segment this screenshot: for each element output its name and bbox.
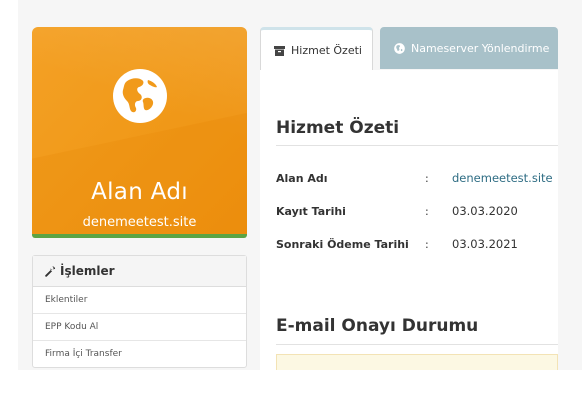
action-item-internal-transfer[interactable]: Firma İçi Transfer — [33, 341, 246, 367]
globe-icon — [112, 68, 168, 124]
section-title-summary: Hizmet Özeti — [276, 118, 400, 138]
action-item-epp-code[interactable]: EPP Kodu Al — [33, 314, 246, 341]
email-verification-alert — [276, 354, 558, 370]
section-title-email-verification: E-mail Onayı Durumu — [276, 316, 479, 336]
row-colon: : — [425, 172, 429, 185]
actions-panel: İşlemler Eklentiler EPP Kodu Al Firma İç… — [32, 255, 247, 368]
globe-icon — [394, 42, 405, 54]
tab-label: Hizmet Özeti — [291, 44, 362, 57]
card-title: Alan Adı — [91, 179, 188, 205]
row-value-domain[interactable]: denemeetest.site — [452, 171, 553, 185]
archive-icon — [274, 45, 285, 56]
card-domain-name: denemeetest.site — [82, 215, 197, 230]
action-item-eklentiler[interactable]: Eklentiler — [33, 287, 246, 314]
row-colon: : — [425, 238, 429, 251]
row-colon: : — [425, 205, 429, 218]
divider — [276, 344, 558, 345]
tab-nameserver[interactable]: Nameserver Yönlendirme — [380, 27, 558, 69]
row-label-domain: Alan Adı — [276, 172, 328, 185]
row-label-next-payment-date: Sonraki Ödeme Tarihi — [276, 238, 409, 251]
wrench-icon — [45, 266, 56, 277]
row-value-registration-date: 03.03.2020 — [452, 204, 518, 218]
actions-title: İşlemler — [60, 264, 115, 278]
tab-service-summary[interactable]: Hizmet Özeti — [260, 27, 373, 71]
row-label-registration-date: Kayıt Tarihi — [276, 205, 346, 218]
divider — [276, 145, 558, 146]
actions-header: İşlemler — [33, 256, 246, 287]
row-value-next-payment-date: 03.03.2021 — [452, 237, 518, 251]
tab-label: Nameserver Yönlendirme — [411, 41, 550, 55]
tab-content: Hizmet Özeti Alan Adı : denemeetest.site… — [260, 70, 558, 370]
domain-card: Alan Adı denemeetest.site — [32, 27, 247, 238]
